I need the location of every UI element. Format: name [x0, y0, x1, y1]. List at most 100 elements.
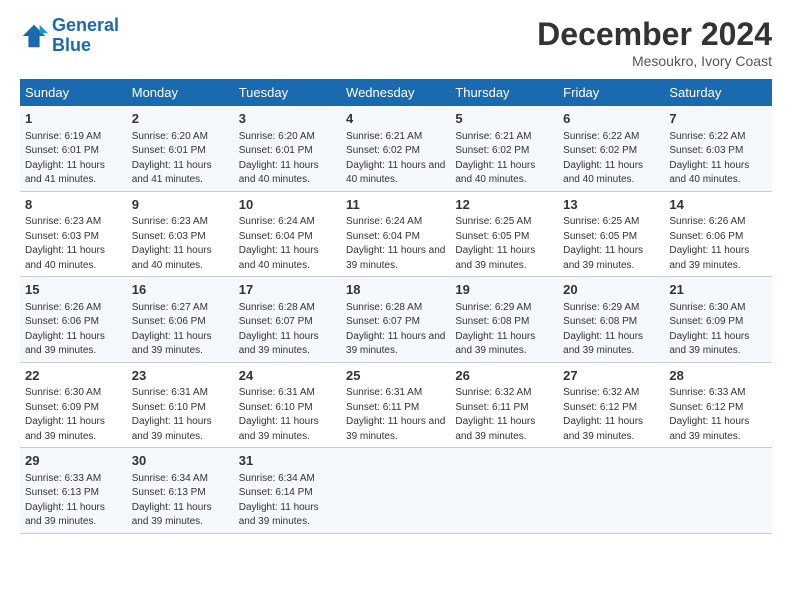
day-number: 16	[132, 281, 229, 299]
day-number: 18	[346, 281, 445, 299]
calendar-cell: 19 Sunrise: 6:29 AMSunset: 6:08 PMDayligh…	[450, 277, 558, 363]
day-info: Sunrise: 6:22 AMSunset: 6:02 PMDaylight:…	[563, 131, 643, 186]
calendar-cell: 31 Sunrise: 6:34 AMSunset: 6:14 PMDayligh…	[234, 448, 341, 534]
logo: General Blue	[20, 16, 119, 56]
calendar-cell: 1Sunrise: 6:19 AMSunset: 6:01 PMDaylight…	[20, 106, 127, 191]
calendar-cell: 14 Sunrise: 6:26 AMSunset: 6:06 PMDayligh…	[664, 191, 772, 277]
day-number: 4	[346, 110, 445, 128]
header-day-friday: Friday	[558, 79, 664, 106]
calendar-cell: 23 Sunrise: 6:31 AMSunset: 6:10 PMDayligh…	[127, 362, 234, 448]
calendar-cell: 3 Sunrise: 6:20 AMSunset: 6:01 PMDaylight…	[234, 106, 341, 191]
day-info: Sunrise: 6:21 AMSunset: 6:02 PMDaylight:…	[346, 131, 445, 186]
day-info: Sunrise: 6:29 AMSunset: 6:08 PMDaylight:…	[455, 302, 535, 357]
day-number: 17	[239, 281, 336, 299]
day-info: Sunrise: 6:29 AMSunset: 6:08 PMDaylight:…	[563, 302, 643, 357]
day-number: 28	[669, 367, 767, 385]
day-number: 3	[239, 110, 336, 128]
day-number: 19	[455, 281, 553, 299]
logo-line2: Blue	[52, 35, 91, 55]
day-info: Sunrise: 6:20 AMSunset: 6:01 PMDaylight:…	[132, 131, 212, 186]
header-day-monday: Monday	[127, 79, 234, 106]
calendar-cell: 4 Sunrise: 6:21 AMSunset: 6:02 PMDaylight…	[341, 106, 450, 191]
day-info: Sunrise: 6:30 AMSunset: 6:09 PMDaylight:…	[25, 387, 105, 442]
calendar-cell: 26 Sunrise: 6:32 AMSunset: 6:11 PMDayligh…	[450, 362, 558, 448]
day-number: 31	[239, 452, 336, 470]
day-number: 5	[455, 110, 553, 128]
logo-line1: General	[52, 15, 119, 35]
day-info: Sunrise: 6:28 AMSunset: 6:07 PMDaylight:…	[239, 302, 319, 357]
day-info: Sunrise: 6:31 AMSunset: 6:10 PMDaylight:…	[132, 387, 212, 442]
header: General Blue December 2024 Mesoukro, Ivo…	[20, 16, 772, 69]
calendar-cell: 9 Sunrise: 6:23 AMSunset: 6:03 PMDaylight…	[127, 191, 234, 277]
day-number: 15	[25, 281, 122, 299]
calendar-cell: 6 Sunrise: 6:22 AMSunset: 6:02 PMDaylight…	[558, 106, 664, 191]
day-info: Sunrise: 6:26 AMSunset: 6:06 PMDaylight:…	[669, 216, 749, 271]
day-info: Sunrise: 6:23 AMSunset: 6:03 PMDaylight:…	[25, 216, 105, 271]
calendar-cell: 11 Sunrise: 6:24 AMSunset: 6:04 PMDayligh…	[341, 191, 450, 277]
day-number: 23	[132, 367, 229, 385]
day-number: 24	[239, 367, 336, 385]
day-info: Sunrise: 6:34 AMSunset: 6:13 PMDaylight:…	[132, 473, 212, 528]
calendar-cell: 15 Sunrise: 6:26 AMSunset: 6:06 PMDayligh…	[20, 277, 127, 363]
day-number: 2	[132, 110, 229, 128]
day-info: Sunrise: 6:33 AMSunset: 6:13 PMDaylight:…	[25, 473, 105, 528]
calendar-cell: 28Sunrise: 6:33 AMSunset: 6:12 PMDayligh…	[664, 362, 772, 448]
day-number: 12	[455, 196, 553, 214]
header-day-tuesday: Tuesday	[234, 79, 341, 106]
day-info: Sunrise: 6:19 AMSunset: 6:01 PMDaylight:…	[25, 131, 105, 186]
header-day-thursday: Thursday	[450, 79, 558, 106]
calendar-cell	[558, 448, 664, 534]
calendar-cell: 25 Sunrise: 6:31 AMSunset: 6:11 PMDayligh…	[341, 362, 450, 448]
day-info: Sunrise: 6:25 AMSunset: 6:05 PMDaylight:…	[563, 216, 643, 271]
day-number: 9	[132, 196, 229, 214]
day-number: 27	[563, 367, 659, 385]
day-info: Sunrise: 6:23 AMSunset: 6:03 PMDaylight:…	[132, 216, 212, 271]
week-row-4: 22 Sunrise: 6:30 AMSunset: 6:09 PMDayligh…	[20, 362, 772, 448]
day-number: 25	[346, 367, 445, 385]
day-info: Sunrise: 6:30 AMSunset: 6:09 PMDaylight:…	[669, 302, 749, 357]
header-row: SundayMondayTuesdayWednesdayThursdayFrid…	[20, 79, 772, 106]
calendar-cell: 29Sunrise: 6:33 AMSunset: 6:13 PMDayligh…	[20, 448, 127, 534]
day-number: 11	[346, 196, 445, 214]
calendar-cell: 2 Sunrise: 6:20 AMSunset: 6:01 PMDaylight…	[127, 106, 234, 191]
calendar-cell: 16 Sunrise: 6:27 AMSunset: 6:06 PMDayligh…	[127, 277, 234, 363]
day-info: Sunrise: 6:24 AMSunset: 6:04 PMDaylight:…	[346, 216, 445, 271]
day-number: 20	[563, 281, 659, 299]
header-day-wednesday: Wednesday	[341, 79, 450, 106]
day-number: 13	[563, 196, 659, 214]
day-number: 22	[25, 367, 122, 385]
calendar-cell: 12 Sunrise: 6:25 AMSunset: 6:05 PMDayligh…	[450, 191, 558, 277]
calendar-cell: 20 Sunrise: 6:29 AMSunset: 6:08 PMDayligh…	[558, 277, 664, 363]
calendar-cell	[341, 448, 450, 534]
calendar-cell: 13 Sunrise: 6:25 AMSunset: 6:05 PMDayligh…	[558, 191, 664, 277]
calendar-cell: 10Sunrise: 6:24 AMSunset: 6:04 PMDayligh…	[234, 191, 341, 277]
day-number: 6	[563, 110, 659, 128]
subtitle: Mesoukro, Ivory Coast	[537, 53, 772, 69]
day-info: Sunrise: 6:31 AMSunset: 6:11 PMDaylight:…	[346, 387, 445, 442]
calendar-table: SundayMondayTuesdayWednesdayThursdayFrid…	[20, 79, 772, 534]
day-info: Sunrise: 6:21 AMSunset: 6:02 PMDaylight:…	[455, 131, 535, 186]
calendar-cell: 27Sunrise: 6:32 AMSunset: 6:12 PMDayligh…	[558, 362, 664, 448]
day-info: Sunrise: 6:34 AMSunset: 6:14 PMDaylight:…	[239, 473, 319, 528]
day-info: Sunrise: 6:32 AMSunset: 6:11 PMDaylight:…	[455, 387, 535, 442]
header-day-saturday: Saturday	[664, 79, 772, 106]
day-number: 14	[669, 196, 767, 214]
week-row-1: 1Sunrise: 6:19 AMSunset: 6:01 PMDaylight…	[20, 106, 772, 191]
day-number: 30	[132, 452, 229, 470]
day-info: Sunrise: 6:28 AMSunset: 6:07 PMDaylight:…	[346, 302, 445, 357]
calendar-cell: 17 Sunrise: 6:28 AMSunset: 6:07 PMDayligh…	[234, 277, 341, 363]
week-row-3: 15 Sunrise: 6:26 AMSunset: 6:06 PMDayligh…	[20, 277, 772, 363]
day-number: 26	[455, 367, 553, 385]
week-row-2: 8Sunrise: 6:23 AMSunset: 6:03 PMDaylight…	[20, 191, 772, 277]
calendar-cell: 24Sunrise: 6:31 AMSunset: 6:10 PMDayligh…	[234, 362, 341, 448]
day-info: Sunrise: 6:25 AMSunset: 6:05 PMDaylight:…	[455, 216, 535, 271]
header-day-sunday: Sunday	[20, 79, 127, 106]
day-number: 7	[669, 110, 767, 128]
day-info: Sunrise: 6:22 AMSunset: 6:03 PMDaylight:…	[669, 131, 749, 186]
logo-text: General Blue	[52, 16, 119, 56]
calendar-cell: 18 Sunrise: 6:28 AMSunset: 6:07 PMDayligh…	[341, 277, 450, 363]
calendar-cell: 7 Sunrise: 6:22 AMSunset: 6:03 PMDaylight…	[664, 106, 772, 191]
day-info: Sunrise: 6:27 AMSunset: 6:06 PMDaylight:…	[132, 302, 212, 357]
day-info: Sunrise: 6:20 AMSunset: 6:01 PMDaylight:…	[239, 131, 319, 186]
day-info: Sunrise: 6:26 AMSunset: 6:06 PMDaylight:…	[25, 302, 105, 357]
